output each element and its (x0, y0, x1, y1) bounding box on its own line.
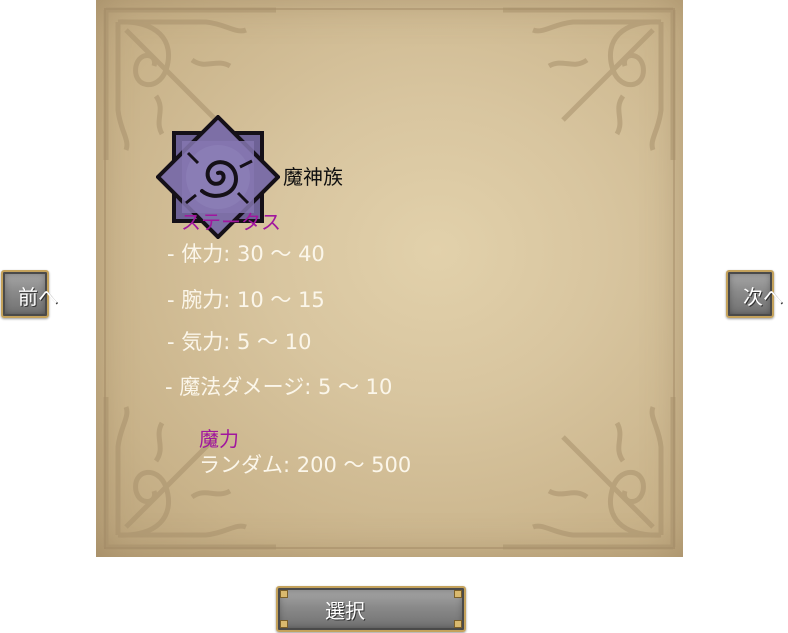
corner-ornament-icon (503, 7, 676, 160)
next-button-label: 次へ (743, 285, 783, 309)
magic-heading: 魔力 (199, 427, 239, 451)
race-name: 魔神族 (283, 165, 343, 189)
rivet-icon (454, 590, 462, 598)
status-heading: ステータス (181, 210, 281, 234)
magic-value: ランダム: 200 ～ 500 (199, 453, 412, 477)
select-button[interactable]: 選択 (276, 586, 466, 632)
select-button-label: 選択 (325, 598, 365, 623)
corner-ornament-icon (503, 397, 676, 550)
race-select-screen: 魔神族 ステータス - 体力: 30 ～ 40 - 腕力: 10 ～ 15 - … (0, 0, 788, 633)
stat-spirit: - 気力: 5 ～ 10 (167, 330, 312, 354)
rivet-icon (280, 590, 288, 598)
stat-strength: - 腕力: 10 ～ 15 (167, 288, 325, 312)
prev-button[interactable]: 前へ (1, 270, 58, 318)
prev-button-label: 前へ (18, 285, 58, 309)
next-button[interactable]: 次へ (726, 270, 783, 318)
rivet-icon (454, 620, 462, 628)
stat-hp: - 体力: 30 ～ 40 (167, 242, 325, 266)
stat-magic-damage: - 魔法ダメージ: 5 ～ 10 (165, 375, 393, 399)
rivet-icon (280, 620, 288, 628)
